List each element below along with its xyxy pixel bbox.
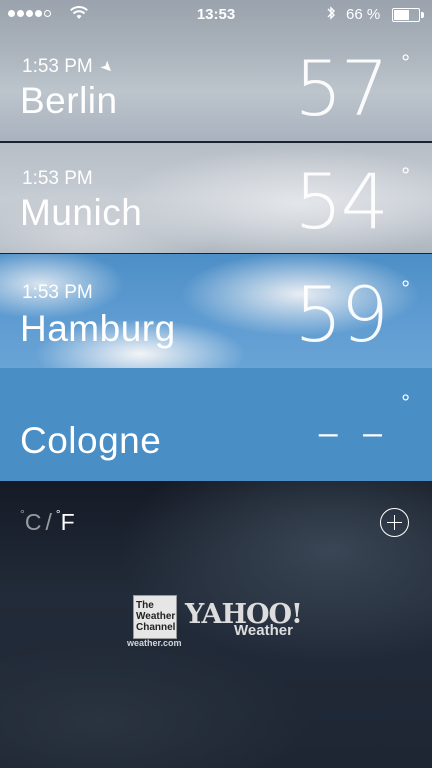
celsius-label: C [24,509,42,535]
unit-toggle[interactable]: °C / °F [20,507,75,536]
twc-logo-line: Weather [136,611,176,622]
bluetooth-icon [326,5,336,24]
city-name: Berlin [20,80,118,121]
fahrenheit-label: F [60,509,75,535]
degree-symbol: ° [401,276,410,301]
add-city-button[interactable] [380,508,409,537]
battery-percent: 66 % [346,6,381,23]
city-name: Hamburg [20,308,176,349]
weather-channel-logo[interactable]: The Weather Channel [133,595,177,639]
battery-icon [392,8,424,22]
battery-fill [394,10,409,20]
city-temperature: 54 [294,157,389,246]
degree-symbol: ° [20,507,25,521]
footer-panel: °C / °F The Weather Channel weather.com YA… [0,481,432,768]
degree-symbol: ° [401,390,410,415]
yahoo-weather-label: Weather [234,622,293,639]
degree-symbol: ° [401,50,410,75]
city-time: 1:53 PM [22,168,93,189]
celsius-option[interactable]: °C [20,507,42,535]
city-time-text: 1:53 PM [22,56,93,77]
weather-channel-url: weather.com [127,638,182,648]
city-time: 1:53 PM [22,282,93,303]
city-row-hamburg[interactable]: 1:53 PM Hamburg 59 ° [0,254,432,368]
unit-separator: / [45,509,52,535]
city-temperature: 57 [294,44,389,133]
location-arrow-icon: ➤ [96,56,118,78]
city-time: 1:53 PM ➤ [22,56,117,78]
city-temperature: 59 [294,270,389,359]
degree-symbol: ° [401,163,410,188]
city-row-cologne[interactable]: Cologne – – ° [0,368,432,481]
city-name: Munich [20,192,143,233]
city-row-munich[interactable]: 1:53 PM Munich 54 ° [0,143,432,253]
fahrenheit-option[interactable]: °F [55,507,75,535]
status-bar: 13:53 66 % [0,0,432,30]
city-temperature-unavailable: – – [318,414,390,452]
twc-logo-line: The [136,600,154,611]
twc-logo-line: Channel [136,622,176,633]
degree-symbol: ° [55,507,61,521]
city-name: Cologne [20,420,162,461]
